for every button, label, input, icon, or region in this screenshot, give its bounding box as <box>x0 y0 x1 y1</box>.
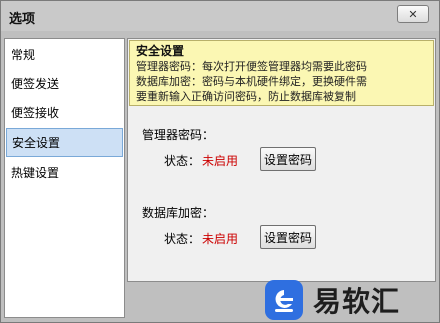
manager-status-label: 状态： <box>164 154 201 168</box>
db-status-label: 状态： <box>164 232 201 246</box>
db-status-value: 未启用 <box>202 232 239 246</box>
sidebar-item-note-receive[interactable]: 便签接收 <box>6 99 123 128</box>
sidebar-item-general[interactable]: 常规 <box>6 41 123 70</box>
options-dialog: 选项 ✕ 常规 便签发送 便签接收 安全设置 热键设置 安全设置 管理器密码：每… <box>0 0 440 323</box>
e-logo-icon <box>265 280 303 320</box>
watermark: 易软汇 <box>265 278 437 322</box>
notice-title: 安全设置 <box>136 44 185 58</box>
sidebar-item-security[interactable]: 安全设置 <box>6 128 123 157</box>
notice-line: 数据库加密：密码与本机硬件绑定，更换硬件需 <box>136 75 367 88</box>
manager-password-label: 管理器密码： <box>142 128 215 142</box>
sidebar-item-hotkeys[interactable]: 热键设置 <box>6 159 123 188</box>
security-settings-panel: 安全设置 管理器密码：每次打开便签管理器均需要此密码 数据库加密：密码与本机硬件… <box>127 38 436 282</box>
title-bar[interactable]: 选项 ✕ <box>1 1 439 31</box>
sidebar-item-note-send[interactable]: 便签发送 <box>6 70 123 99</box>
notice-line: 要重新输入正确访问密码，防止数据库被复制 <box>136 90 356 103</box>
manager-status-value: 未启用 <box>202 154 239 168</box>
notice-line: 管理器密码：每次打开便签管理器均需要此密码 <box>136 60 367 73</box>
set-manager-password-button[interactable]: 设置密码 <box>260 147 316 171</box>
category-list: 常规 便签发送 便签接收 安全设置 热键设置 <box>4 38 125 318</box>
watermark-text: 易软汇 <box>313 285 401 318</box>
close-button[interactable]: ✕ <box>397 5 429 23</box>
set-db-password-button[interactable]: 设置密码 <box>260 225 316 249</box>
security-notice: 安全设置 管理器密码：每次打开便签管理器均需要此密码 数据库加密：密码与本机硬件… <box>129 40 434 106</box>
dialog-title: 选项 <box>9 12 36 27</box>
db-encryption-label: 数据库加密： <box>142 206 215 220</box>
close-icon: ✕ <box>408 7 418 21</box>
